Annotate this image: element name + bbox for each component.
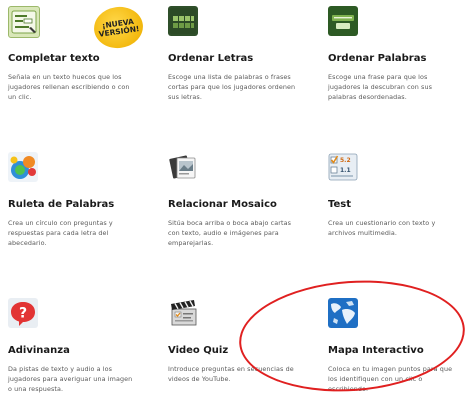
activity-description: Crea un cuestionario con texto y archivo… [328, 219, 436, 237]
activity-title[interactable]: Adivinanza [8, 345, 158, 356]
test-checklist-icon: 5.2 1.1 [328, 152, 358, 182]
clapperboard-icon [168, 298, 198, 328]
activity-description: Introduce preguntas en secuencias de vid… [168, 365, 294, 383]
svg-text:5.2: 5.2 [340, 157, 351, 164]
photo-cards-icon [168, 152, 198, 182]
letter-tiles-icon [168, 6, 198, 36]
activity-title[interactable]: Test [328, 199, 468, 210]
activity-description: Señala en un texto huecos que los jugado… [8, 73, 130, 101]
svg-text:1.1: 1.1 [340, 167, 351, 174]
fill-text-icon [8, 6, 40, 38]
activity-description: Escoge una frase para que los jugadores … [328, 73, 433, 101]
activity-title[interactable]: Completar texto [8, 53, 158, 64]
activity-description: Crea un círculo con preguntas y respuest… [8, 219, 113, 247]
activity-title[interactable]: Ordenar Letras [168, 53, 318, 64]
word-cards-icon [328, 6, 358, 36]
letter-wheel-icon [8, 152, 38, 182]
activity-title[interactable]: Ruleta de Palabras [8, 199, 158, 210]
question-bubble-icon: ? [8, 298, 38, 328]
activity-description: Escoge una lista de palabras o frases co… [168, 73, 296, 101]
activity-description: Da pistas de texto y audio a los jugador… [8, 365, 133, 393]
activity-title[interactable]: Ordenar Palabras [328, 53, 468, 64]
new-version-badge: ¡NUEVA VERSIÓN! [91, 3, 146, 52]
activity-description: Coloca en tu imagen puntos para que los … [328, 365, 453, 393]
svg-text:?: ? [19, 306, 27, 322]
activity-title[interactable]: Mapa Interactivo [328, 345, 468, 356]
activity-title[interactable]: Relacionar Mosaico [168, 199, 318, 210]
activity-title[interactable]: Video Quiz [168, 345, 318, 356]
world-map-icon [328, 298, 358, 328]
activity-description: Sitúa boca arriba o boca abajo cartas co… [168, 219, 292, 247]
